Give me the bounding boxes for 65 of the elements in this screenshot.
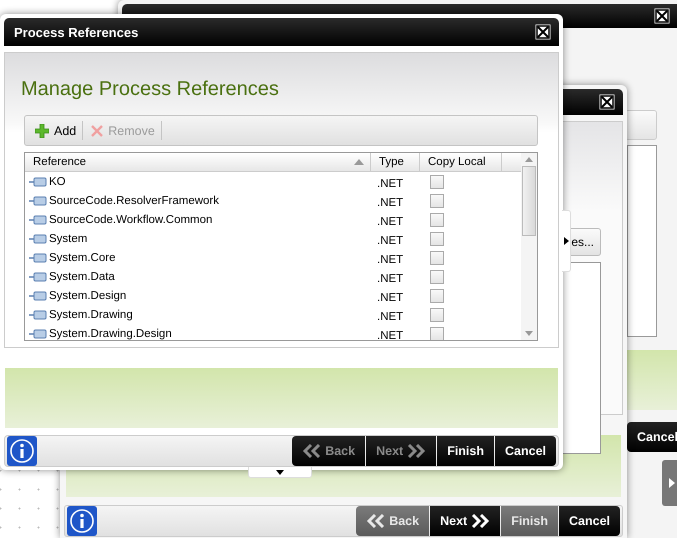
assembly-icon [29,214,47,224]
checkbox[interactable] [430,326,444,340]
column-header[interactable]: Type [371,153,420,171]
wizard-button[interactable]: Next [430,506,500,536]
table-cell-text: .NET [376,252,404,266]
wizard-button[interactable]: Cancel [495,436,556,466]
assembly-icon [29,310,47,320]
table-cell: System [25,232,371,244]
checkbox[interactable] [430,174,444,188]
double-chevron-right-icon [406,444,426,458]
table-cell-text: .NET [376,272,404,284]
assembly-icon [29,252,47,262]
close-icon[interactable] [599,94,615,110]
double-chevron-left-icon [302,444,322,458]
checkbox[interactable] [430,250,444,264]
close-icon[interactable] [654,8,670,24]
assembly-icon [29,234,47,244]
table-cell-text: .NET [376,328,404,340]
wizard-button[interactable]: Cancel [559,506,620,536]
window-title: Process References [14,24,138,40]
table-cell-text: .NET [376,196,404,208]
page-heading: Manage Process References [21,78,280,101]
table-cell-text: .NET [376,214,404,228]
caret-right-icon [669,478,675,488]
table-cell-text: .NET [376,310,404,322]
close-icon[interactable] [535,24,551,40]
checkbox[interactable] [430,212,444,226]
table-cell: System.Design [25,290,371,302]
checkbox[interactable] [430,288,444,302]
table-cell: System.Drawing.Design [25,328,371,340]
checkbox[interactable] [430,232,444,246]
table-cell-text: .NET [376,176,404,190]
table-cell: KO [25,176,371,188]
cross-icon [91,124,104,136]
wizard-button[interactable]: Finish [437,436,494,466]
checkbox[interactable] [430,194,444,208]
checkbox[interactable] [430,270,444,284]
info-icon[interactable] [67,506,97,536]
table-cell-text: .NET [376,234,404,246]
plus-icon [35,124,49,138]
table-cell: SourceCode.Workflow.Common [25,214,371,226]
assembly-icon [29,196,47,206]
column-header[interactable]: Copy Local [420,153,502,171]
table-cell: System.Data [25,270,371,282]
expand-tab[interactable] [562,210,571,272]
scrollbar[interactable] [521,153,537,340]
assembly-icon [29,272,47,282]
column-header[interactable]: Reference [25,153,371,171]
cancel-button[interactable]: Cancel [627,422,677,452]
double-chevron-left-icon [366,514,386,528]
assembly-icon [29,176,47,186]
assembly-icon [29,328,47,338]
toolbar-button[interactable]: Add [35,124,82,138]
scroll-down-icon[interactable] [525,331,533,336]
table-cell: SourceCode.ResolverFramework [25,194,371,206]
scroll-up-icon[interactable] [525,157,533,162]
double-chevron-right-icon [470,514,490,528]
table-cell-text: .NET [376,290,404,304]
table-cell: System.Core [25,252,371,264]
info-icon[interactable] [7,436,37,466]
collapse-tab[interactable] [248,467,312,478]
table-cell: System.Drawing [25,308,371,320]
checkbox[interactable] [430,308,444,322]
button[interactable] [625,110,657,140]
assembly-icon [29,290,47,300]
